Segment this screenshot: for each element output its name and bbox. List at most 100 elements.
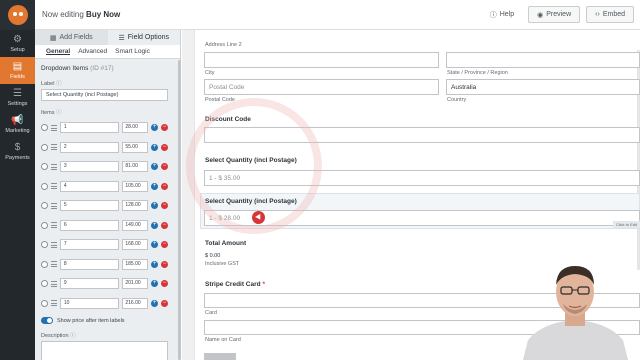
submit-button[interactable] [204,353,236,360]
help-icon[interactable]: ⓘ [56,81,62,87]
default-radio[interactable] [41,221,48,229]
help-icon[interactable]: ⓘ [70,333,76,339]
default-radio[interactable] [41,163,48,171]
remove-item-icon[interactable]: − [161,241,168,249]
rail-item-marketing[interactable]: 📢 Marketing [0,111,35,138]
item-row: 7 168.00 + − [41,235,168,255]
drag-handle-icon[interactable] [50,202,57,209]
add-item-icon[interactable]: + [151,299,159,307]
postal-code-input[interactable]: Postal Code [204,79,439,95]
item-price-input[interactable]: 149.00 [122,219,149,231]
default-radio[interactable] [41,280,48,288]
default-radio[interactable] [41,241,48,249]
default-radio[interactable] [41,202,48,210]
default-radio[interactable] [41,260,48,268]
drag-handle-icon[interactable] [50,261,57,268]
item-label-input[interactable]: 10 [59,297,120,309]
click-to-edit-hint[interactable]: Click to Edit [612,221,640,228]
remove-item-icon[interactable]: − [161,260,168,268]
add-item-icon[interactable]: + [151,182,159,190]
item-price-input[interactable]: 55.00 [122,141,149,153]
subtab-smart-logic[interactable]: Smart Logic [115,48,150,55]
drag-handle-icon[interactable] [50,300,57,307]
bear-logo-icon [7,5,28,25]
rail-item-payments[interactable]: $ Payments [0,138,35,165]
remove-item-icon[interactable]: − [161,143,168,151]
city-input[interactable] [204,52,439,68]
default-radio[interactable] [41,124,48,132]
item-label-input[interactable]: 2 [59,141,120,153]
item-label-input[interactable]: 5 [59,200,120,212]
help-button[interactable]: ⓘ Help [490,10,514,20]
item-row: 8 185.00 + − [41,255,168,275]
default-radio[interactable] [41,299,48,307]
default-radio[interactable] [41,143,48,151]
item-price-input[interactable]: 81.00 [122,161,149,173]
country-select[interactable]: Australia [446,79,640,95]
item-price-input[interactable]: 216.00 [122,297,149,309]
address2-label: Address Line 2 [205,42,242,48]
item-price-input[interactable]: 168.00 [122,239,149,251]
item-label-input[interactable]: 9 [59,278,120,290]
subtab-general[interactable]: General [46,48,71,55]
show-price-toggle[interactable] [41,317,53,324]
add-item-icon[interactable]: + [151,202,159,210]
remove-item-icon[interactable]: − [161,202,168,210]
presenter-image [523,266,628,360]
state-input[interactable] [446,52,640,68]
item-row: 3 81.00 + − [41,157,168,177]
drag-handle-icon[interactable] [50,144,57,151]
default-radio[interactable] [41,182,48,190]
rail-item-fields[interactable]: ▤ Fields [0,57,35,84]
add-item-icon[interactable]: + [151,163,159,171]
remove-item-icon[interactable]: − [161,163,168,171]
total-title: Total Amount [205,240,247,247]
item-row: 5 128.00 + − [41,196,168,216]
drag-handle-icon[interactable] [50,124,57,131]
item-price-input[interactable]: 185.00 [122,258,149,270]
show-price-toggle-row: Show price after item labels [41,317,174,324]
drag-handle-icon[interactable] [50,183,57,190]
remove-item-icon[interactable]: − [161,280,168,288]
item-label-input[interactable]: 1 [59,122,120,134]
panel-tabs: ▦ Add Fields ☰ Field Options [35,30,180,45]
add-item-icon[interactable]: + [151,124,159,132]
item-price-input[interactable]: 201.00 [122,278,149,290]
item-price-input[interactable]: 128.00 [122,200,149,212]
rail-item-settings[interactable]: ☰ Settings [0,84,35,111]
remove-item-icon[interactable]: − [161,124,168,132]
remove-item-icon[interactable]: − [161,221,168,229]
rail-item-setup[interactable]: ⚙ Setup [0,30,35,57]
remove-item-icon[interactable]: − [161,299,168,307]
total-note: Inclusive GST [205,261,240,267]
add-item-icon[interactable]: + [151,143,159,151]
item-price-input[interactable]: 105.00 [122,180,149,192]
panel-scrollbar[interactable] [178,60,181,360]
embed-button[interactable]: ‹› Embed [586,6,634,23]
add-item-icon[interactable]: + [151,241,159,249]
remove-item-icon[interactable]: − [161,182,168,190]
item-label-input[interactable]: 6 [59,219,120,231]
label-input[interactable]: Select Quantity (incl Postage) [41,89,168,101]
item-label-input[interactable]: 8 [59,258,120,270]
subtab-advanced[interactable]: Advanced [78,48,107,55]
add-item-icon[interactable]: + [151,260,159,268]
item-price-input[interactable]: 28.00 [122,122,149,134]
title-prefix: Now editing [42,10,84,19]
help-icon[interactable]: ⓘ [56,110,62,116]
item-label-input[interactable]: 3 [59,161,120,173]
item-label-input[interactable]: 7 [59,239,120,251]
name-on-card-label: Name on Card [205,337,241,343]
add-item-icon[interactable]: + [151,221,159,229]
help-label: Help [499,11,515,18]
preview-button[interactable]: ◉ Preview [528,6,581,23]
tab-add-fields[interactable]: ▦ Add Fields [35,30,108,45]
drag-handle-icon[interactable] [50,280,57,287]
drag-handle-icon[interactable] [50,241,57,248]
drag-handle-icon[interactable] [50,163,57,170]
tab-field-options[interactable]: ☰ Field Options [107,30,180,45]
description-textarea[interactable] [41,341,168,360]
drag-handle-icon[interactable] [50,222,57,229]
item-label-input[interactable]: 4 [59,180,120,192]
add-item-icon[interactable]: + [151,280,159,288]
